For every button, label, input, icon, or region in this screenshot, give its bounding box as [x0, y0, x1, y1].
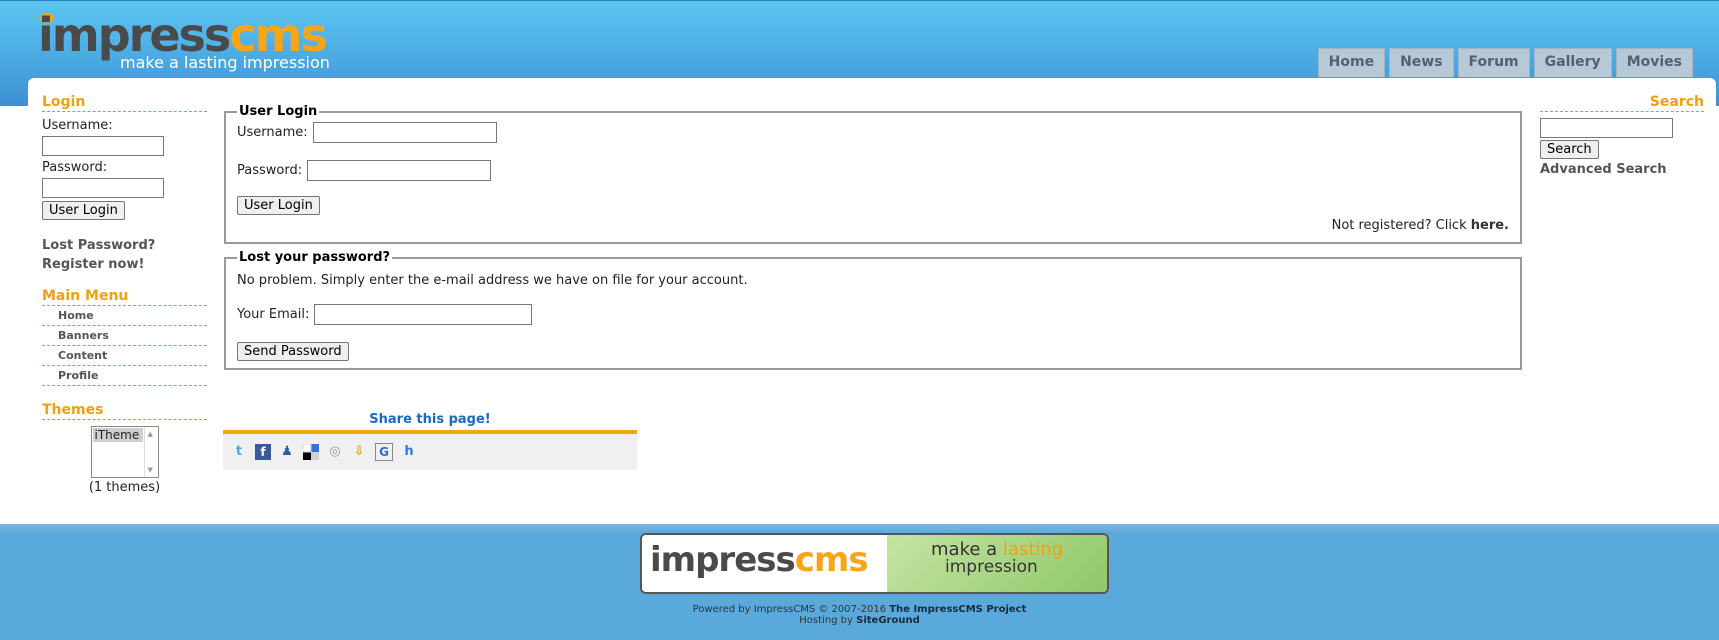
google-icon[interactable]: G	[375, 443, 393, 461]
digg-icon[interactable]: ◎	[327, 444, 343, 460]
register-here-link[interactable]: here.	[1471, 218, 1509, 233]
hosting-prefix: Hosting by	[799, 615, 857, 626]
theme-select[interactable]: iTheme ▲ ▼	[90, 426, 159, 478]
lost-password-link[interactable]: Lost Password?	[42, 236, 207, 255]
hi5-icon[interactable]: h	[401, 444, 417, 460]
delicious-icon[interactable]	[302, 443, 319, 460]
sidebar-login-button[interactable]: User Login	[42, 201, 125, 220]
lost-password-legend: Lost your password?	[239, 250, 391, 265]
sidebar-password-input[interactable]	[42, 178, 164, 198]
nav-tab-news[interactable]: News	[1389, 48, 1454, 77]
username-row: Username:	[237, 122, 1509, 143]
footer-banner-logo: impresscms	[642, 535, 887, 592]
user-login-legend: User Login	[239, 104, 318, 119]
theme-option[interactable]: iTheme	[92, 428, 143, 442]
email-label: Your Email:	[237, 307, 310, 322]
banner-impression-text: impression	[945, 557, 1038, 577]
myspace-icon[interactable]: ♟	[279, 444, 295, 460]
twitter-icon[interactable]: t	[231, 444, 247, 460]
scroll-down-icon: ▼	[147, 466, 153, 474]
center-column: User Login Username: Password: User Logi…	[224, 104, 1522, 370]
project-link[interactable]: The ImpressCMS Project	[889, 604, 1026, 615]
advanced-search-link[interactable]: Advanced Search	[1540, 162, 1704, 177]
powered-prefix: Powered by ImpressCMS © 2007-2016	[692, 604, 890, 615]
email-input[interactable]	[314, 304, 533, 325]
theme-count: (1 themes)	[88, 480, 161, 495]
search-block-title: Search	[1540, 94, 1704, 112]
login-block-title: Login	[42, 94, 207, 112]
send-password-button[interactable]: Send Password	[237, 342, 349, 361]
sidebar-username-input[interactable]	[42, 136, 164, 156]
footer-banner[interactable]: impresscms make a lasting impression	[640, 533, 1109, 594]
user-login-button[interactable]: User Login	[237, 196, 320, 215]
themes-title: Themes	[42, 402, 207, 420]
footer: impresscms make a lasting impression Pow…	[0, 524, 1719, 640]
sidebar-password-label: Password:	[42, 160, 108, 175]
powered-by-text: Powered by ImpressCMS © 2007-2016 The Im…	[0, 604, 1719, 615]
scroll-up-icon: ▲	[147, 430, 153, 438]
search-input[interactable]	[1540, 118, 1673, 138]
menu-item-home[interactable]: Home	[42, 306, 207, 326]
share-box: Share this page! t f ♟ ◎ ⇩ G h	[223, 410, 637, 470]
search-button[interactable]: Search	[1540, 140, 1599, 159]
download-icon[interactable]: ⇩	[351, 444, 367, 460]
share-bar: t f ♟ ◎ ⇩ G h	[223, 430, 637, 470]
nav-tab-gallery[interactable]: Gallery	[1533, 48, 1612, 77]
lost-password-form: Lost your password? No problem. Simply e…	[224, 250, 1522, 370]
username-label: Username:	[237, 125, 308, 140]
nav-tab-home[interactable]: Home	[1317, 48, 1386, 77]
password-label: Password:	[237, 163, 303, 178]
register-link[interactable]: Register now!	[42, 255, 207, 274]
main-menu-title: Main Menu	[42, 288, 207, 306]
theme-scrollbar[interactable]: ▲ ▼	[143, 427, 158, 477]
not-registered-label: Not registered? Click	[1331, 218, 1471, 233]
main-nav: Home News Forum Gallery Movies	[1317, 48, 1693, 77]
right-sidebar: Search Search Advanced Search	[1540, 94, 1704, 177]
email-row: Your Email:	[237, 304, 1509, 325]
share-title: Share this page!	[369, 412, 491, 427]
facebook-icon[interactable]: f	[255, 444, 271, 460]
hosting-text: Hosting by SiteGround	[0, 615, 1719, 626]
nav-tab-movies[interactable]: Movies	[1615, 48, 1693, 77]
password-row: Password:	[237, 160, 1509, 181]
password-input[interactable]	[307, 160, 492, 181]
site-logo[interactable]: impresscms make a lasting impression	[38, 9, 378, 77]
lost-password-desc: No problem. Simply enter the e-mail addr…	[237, 273, 748, 288]
username-input[interactable]	[312, 122, 497, 143]
user-login-form: User Login Username: Password: User Logi…	[224, 104, 1522, 244]
menu-item-content[interactable]: Content	[42, 346, 207, 366]
not-registered-text: Not registered? Click here.	[237, 218, 1509, 233]
sidebar-username-label: Username:	[42, 118, 113, 133]
left-sidebar: Login Username: Password: User Login Los…	[42, 94, 207, 495]
nav-tab-forum[interactable]: Forum	[1457, 48, 1530, 77]
footer-banner-wordmark: impresscms	[650, 540, 869, 580]
footer-banner-tagline: make a lasting impression	[887, 535, 1107, 592]
menu-item-profile[interactable]: Profile	[42, 366, 207, 386]
logo-tagline: make a lasting impression	[120, 53, 330, 72]
menu-item-banners[interactable]: Banners	[42, 326, 207, 346]
hosting-link[interactable]: SiteGround	[856, 615, 920, 626]
